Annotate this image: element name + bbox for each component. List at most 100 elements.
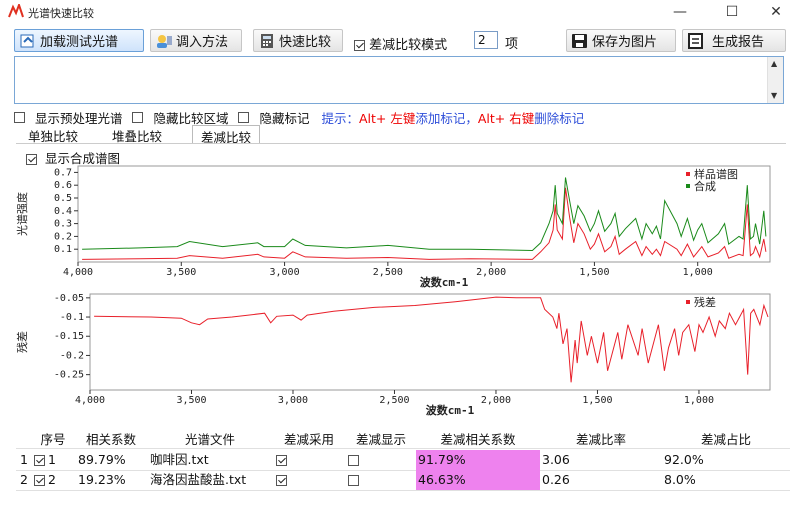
y-tick-label: -0.2 <box>60 350 84 361</box>
save-icon <box>571 33 589 49</box>
spectrum-chart[interactable]: 0.1 0.20.3 0.4 0.5 0.6 0.7 4,000 3,500 3,000 2,50… <box>16 162 776 288</box>
count-spinbox[interactable]: 2 <box>474 31 498 49</box>
x-tick-label: 2,500 <box>373 267 403 278</box>
hide-mark-label: 隐藏标记 <box>259 111 310 126</box>
generate-report-label: 生成报告 <box>712 35 765 50</box>
column-header[interactable]: 差减显示 <box>346 430 416 450</box>
column-header[interactable]: 差减相关系数 <box>416 430 540 450</box>
close-button[interactable]: ✕ <box>756 2 796 22</box>
diff-use-checkbox[interactable] <box>276 455 287 466</box>
diff-use-cell[interactable] <box>274 470 344 490</box>
column-header[interactable]: 序号 <box>34 430 72 450</box>
diff-use-cell[interactable] <box>274 450 344 470</box>
cell-file: 咖啡因.txt <box>150 452 209 467</box>
x-tick-label: 3,500 <box>176 395 206 406</box>
cell-ratio: 0.26 <box>542 472 570 487</box>
diff-show-cell[interactable] <box>346 470 416 490</box>
legend-label: 样品谱图 <box>694 167 738 181</box>
notes-scrollbar[interactable]: ▲ ▼ <box>767 57 783 103</box>
tab-stacked[interactable]: 堆叠比较 <box>104 125 170 144</box>
column-header[interactable]: 差减采用 <box>274 430 344 450</box>
load-spectrum-button[interactable]: 加载测试光谱 <box>14 29 144 52</box>
diff-show-checkbox[interactable] <box>348 475 359 486</box>
hide-mark-checkbox[interactable] <box>238 112 250 123</box>
x-axis-label: 波数cm-1 <box>426 403 475 417</box>
y-axis-label: 光谱强度 <box>16 192 29 236</box>
y-tick-label: -0.15 <box>54 331 84 342</box>
minimize-button[interactable]: — <box>660 2 700 22</box>
column-header[interactable]: 光谱文件 <box>148 430 272 450</box>
row-select-cell[interactable]: 2 <box>34 470 72 490</box>
load-method-label: 调入方法 <box>176 35 229 50</box>
window-title: 光谱快速比较 <box>28 7 94 20</box>
y-tick-label: 0.6 <box>54 180 72 191</box>
options-row: 显示预处理光谱 隐藏比较区域 隐藏标记 提示：Alt+ 左键添加标记，Alt+ … <box>14 108 584 126</box>
hide-region-checkbox[interactable] <box>132 112 144 123</box>
quick-compare-button[interactable]: 快速比较 <box>253 29 343 52</box>
toolbar: 加载测试光谱 调入方法 快速比较 差减比较模式 2 项 保存为图片 生成报告 <box>0 26 796 54</box>
cell-corr: 19.23% <box>78 472 126 487</box>
x-tick-label: 3,500 <box>166 267 196 278</box>
save-image-button[interactable]: 保存为图片 <box>566 29 676 52</box>
count-unit: 项 <box>505 37 519 52</box>
x-tick-label: 3,000 <box>270 267 300 278</box>
scroll-down-icon[interactable]: ▼ <box>771 91 777 100</box>
x-tick-label: 2,000 <box>481 395 511 406</box>
y-tick-label: -0.05 <box>54 293 84 304</box>
diff-use-checkbox[interactable] <box>276 475 287 486</box>
preprocess-checkbox[interactable] <box>14 112 25 123</box>
row-seq-label: 2 <box>48 472 56 487</box>
column-header[interactable]: 差减占比 <box>662 430 790 450</box>
x-tick-label: 2,000 <box>476 267 506 278</box>
cell-file: 海洛因盐酸盐.txt <box>150 472 247 487</box>
row-select-checkbox[interactable] <box>34 475 45 486</box>
residual-chart[interactable]: -0.05 -0.1 -0.15 -0.2 -0.25 4,000 3,500 3,000 2,… <box>16 290 776 420</box>
x-tick-label: 3,000 <box>278 395 308 406</box>
legend-swatch <box>686 184 690 188</box>
scroll-up-icon[interactable]: ▲ <box>771 59 777 68</box>
row-seq-label: 1 <box>48 452 56 467</box>
x-tick-label: 4,000 <box>75 395 105 406</box>
legend-label: 残差 <box>694 295 716 309</box>
plot-area[interactable] <box>89 293 771 391</box>
cell-share: 8.0% <box>664 472 696 487</box>
load-icon <box>19 33 37 49</box>
calculator-icon <box>258 33 276 49</box>
tab-diff[interactable]: 差减比较 <box>192 125 261 145</box>
x-tick-label: 4,000 <box>63 267 93 278</box>
diff-show-cell[interactable] <box>346 450 416 470</box>
load-method-button[interactable]: 调入方法 <box>150 29 242 52</box>
title-bar: 光谱快速比较 — ☐ ✕ <box>0 0 796 24</box>
row-select-cell[interactable]: 1 <box>34 450 72 470</box>
column-header[interactable]: 相关系数 <box>76 430 146 450</box>
plot-area[interactable] <box>77 165 771 263</box>
cell-corr: 89.79% <box>78 452 126 467</box>
row-number: 2 <box>20 472 28 487</box>
maximize-button[interactable]: ☐ <box>712 2 752 22</box>
generate-report-button[interactable]: 生成报告 <box>682 29 786 52</box>
header-divider <box>16 448 790 449</box>
table-row[interactable]: 2 2 19.23% 海洛因盐酸盐.txt 46.63% 0.26 8.0% <box>16 470 790 490</box>
table-header: 序号 相关系数 光谱文件 差减采用 差减显示 差减相关系数 差减比率 差减占比 <box>16 430 790 450</box>
diff-mode-check[interactable] <box>354 40 365 51</box>
y-tick-label: 0.7 <box>54 167 72 178</box>
y-tick-label: 0.3 <box>54 219 72 230</box>
cell-share: 92.0% <box>664 452 704 467</box>
notes-textarea[interactable]: ▲ ▼ <box>14 56 784 104</box>
quick-compare-label: 快速比较 <box>279 35 332 50</box>
legend-swatch <box>686 300 690 304</box>
y-tick-label: 0.5 <box>54 193 72 204</box>
y-axis-label: 残差 <box>16 331 29 353</box>
preprocess-label: 显示预处理光谱 <box>34 111 123 126</box>
y-tick-label: 0.1 <box>54 244 72 255</box>
column-header[interactable]: 差减比率 <box>540 430 662 450</box>
diff-mode-checkbox[interactable]: 差减比较模式 <box>354 34 447 53</box>
y-tick-label: 0.4 <box>54 206 72 217</box>
x-tick-label: 1,000 <box>684 395 714 406</box>
diff-show-checkbox[interactable] <box>348 455 359 466</box>
table-row[interactable]: 1 1 89.79% 咖啡因.txt 91.79% 3.06 92.0% <box>16 450 790 470</box>
row-divider <box>16 490 790 491</box>
row-select-checkbox[interactable] <box>34 455 45 466</box>
diff-mode-label: 差减比较模式 <box>369 38 448 53</box>
tab-single[interactable]: 单独比较 <box>20 125 86 144</box>
